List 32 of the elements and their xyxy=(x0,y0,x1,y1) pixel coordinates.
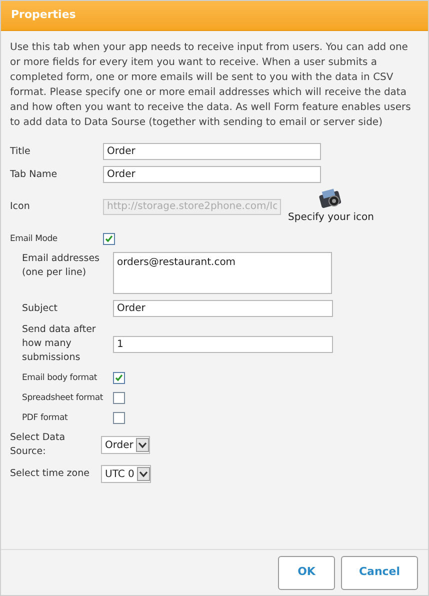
dropdown[interactable]: UTC 0 xyxy=(101,465,152,483)
field-label: Email Mode xyxy=(10,233,58,246)
checkbox[interactable] xyxy=(113,412,125,424)
window-title: Properties xyxy=(11,7,76,24)
field-label: Tab Name xyxy=(10,168,58,182)
field-label: Title xyxy=(10,144,32,158)
text-field[interactable]: Order xyxy=(103,166,321,183)
checkmark-icon xyxy=(115,374,123,382)
cancel-button[interactable]: Cancel xyxy=(341,556,418,590)
ok-button[interactable]: OK xyxy=(278,556,335,590)
chevron-down-icon xyxy=(136,438,150,452)
chevron-down-icon xyxy=(137,467,150,481)
camera-icon[interactable] xyxy=(318,188,344,210)
field-label: Send data after how many submissions xyxy=(22,323,97,365)
checkbox[interactable] xyxy=(113,372,125,384)
field-label: Icon xyxy=(10,200,31,214)
description-text: Use this tab when your app needs to receive input from users. You can add one or more fields for every item you want to receive. When a user submits a completed form, one or more emails will be sent to you with the data in CSV format. Please specify one or more email addresses which will receive the data and how often you want to receive the data. As well Form feature enables users to add data to Data Sourse (together with sending to email or server side) xyxy=(10,41,412,130)
field-label: Select time zone xyxy=(10,467,90,481)
field-label: Email body format xyxy=(22,372,98,385)
text-field[interactable]: 1 xyxy=(113,336,333,352)
checkbox[interactable] xyxy=(103,233,115,245)
field-label: Email addresses (one per line) xyxy=(22,252,100,280)
field-label: Spreadsheet format xyxy=(22,392,104,405)
text-field[interactable]: Order xyxy=(113,300,333,317)
dropdown[interactable]: Order xyxy=(101,436,150,454)
text-field[interactable]: Order xyxy=(103,143,321,160)
field-label: Select Data Source: xyxy=(10,431,66,459)
checkmark-icon xyxy=(105,235,113,243)
field-label: PDF format xyxy=(22,412,69,425)
checkbox[interactable] xyxy=(113,392,125,404)
field-label: Subject xyxy=(22,302,59,316)
email-textarea[interactable]: orders@restaurant.com xyxy=(113,252,332,294)
